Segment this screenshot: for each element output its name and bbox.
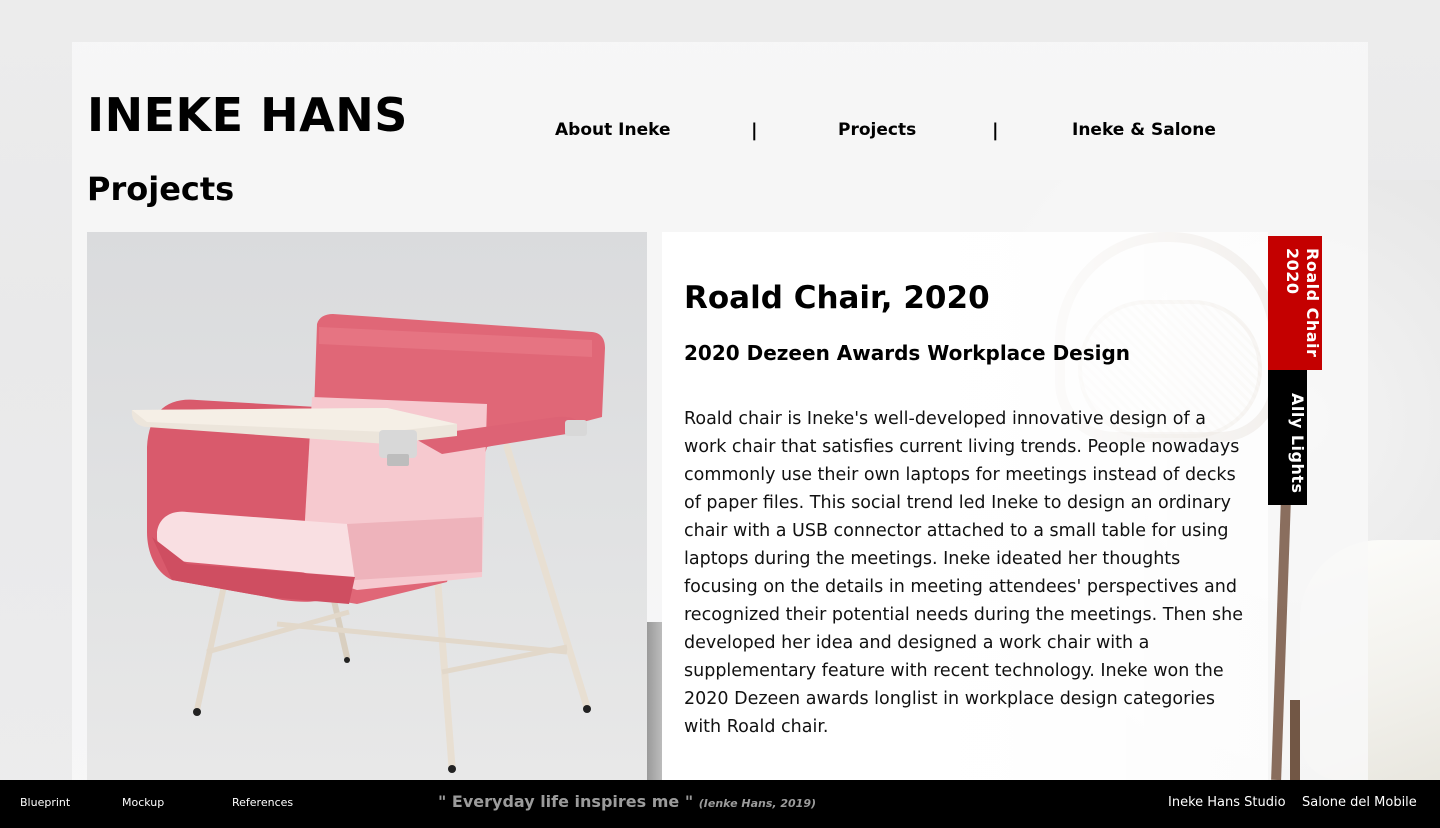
tab-roald-chair[interactable]: Roald Chair 2020 — [1268, 236, 1322, 370]
nav-separator: | — [751, 120, 758, 141]
footer-link-salone[interactable]: Salone del Mobile — [1302, 795, 1417, 810]
footer-link-mockup[interactable]: Mockup — [122, 796, 164, 809]
footer-link-references[interactable]: References — [232, 796, 293, 809]
footer-link-blueprint[interactable]: Blueprint — [20, 796, 70, 809]
pink-chair-illustration — [131, 314, 605, 773]
footer: Blueprint Mockup References " Everyday l… — [0, 780, 1440, 828]
nav-item-projects[interactable]: Projects — [838, 120, 916, 140]
bentwood-chair-leg — [1290, 700, 1300, 780]
nav-item-about[interactable]: About Ineke — [555, 120, 671, 140]
project-title: Roald Chair, 2020 — [684, 280, 990, 316]
photo-edge — [647, 622, 662, 780]
footer-link-studio[interactable]: Ineke Hans Studio — [1168, 795, 1286, 810]
quote-text: " Everyday life inspires me " — [438, 792, 694, 811]
page-title: Projects — [87, 170, 235, 208]
nav-separator: | — [992, 120, 999, 141]
footer-quote: " Everyday life inspires me " (Ienke Han… — [438, 792, 816, 811]
nav-item-salone[interactable]: Ineke & Salone — [1072, 120, 1216, 140]
tab-ally-lights[interactable]: Ally Lights — [1268, 370, 1307, 505]
quote-citation: (Ienke Hans, 2019) — [698, 797, 817, 810]
main-nav: About Ineke | Projects | Ineke & Salone — [0, 120, 1440, 144]
product-image — [87, 232, 647, 780]
project-subtitle: 2020 Dezeen Awards Workplace Design — [684, 341, 1131, 365]
project-description: Roald chair is Ineke's well-developed in… — [684, 409, 1243, 737]
